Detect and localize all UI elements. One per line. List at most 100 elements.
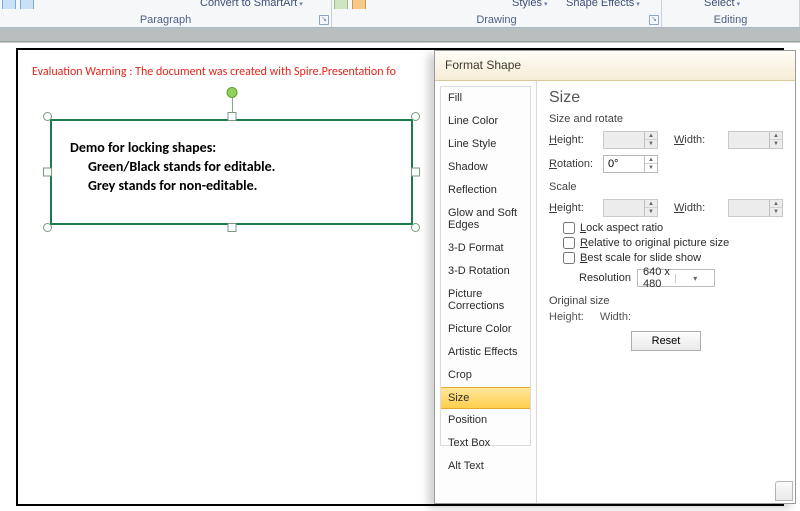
resize-handle-bm[interactable] — [227, 223, 236, 232]
category-alt-text[interactable]: Alt Text — [441, 455, 530, 478]
reset-button[interactable]: Reset — [631, 331, 702, 351]
resolution-picker[interactable]: 640 x 480▾ — [637, 269, 715, 287]
dialog-button-sliver[interactable] — [775, 481, 793, 501]
ribbon-group-editing: Select▾ Editing — [662, 0, 800, 27]
relative-size-checkbox[interactable]: Relative to original picture size — [563, 237, 783, 249]
category-picture-corrections[interactable]: Picture Corrections — [441, 283, 530, 318]
ribbon-group-drawing: Styles▾ Shape Effects▾ Drawing ↘ — [332, 0, 662, 27]
down-icon[interactable]: ▼ — [645, 140, 657, 148]
rotation-spinner[interactable]: ▲▼ — [603, 155, 658, 173]
evaluation-warning: Evaluation Warning : The document was cr… — [32, 65, 396, 79]
down-icon[interactable]: ▼ — [770, 140, 782, 148]
workspace-spacer — [0, 28, 800, 42]
shape-line2: Green/Black stands for editable. — [70, 158, 411, 177]
format-shape-dialog: Format Shape FillLine ColorLine StyleSha… — [434, 50, 796, 504]
category-list: FillLine ColorLine StyleShadowReflection… — [440, 86, 531, 446]
ribbon-group-paragraph: Convert to SmartArt▾ Paragraph ↘ — [0, 0, 332, 27]
resolution-value: 640 x 480 — [638, 266, 676, 290]
category-fill[interactable]: Fill — [441, 87, 530, 110]
size-rotate-subhead: Size and rotate — [549, 113, 783, 125]
original-size-subhead: Original size — [549, 295, 783, 307]
category-size[interactable]: Size — [441, 387, 530, 409]
chevron-down-icon: ▾ — [544, 0, 548, 8]
up-icon[interactable]: ▲ — [770, 200, 782, 208]
group-label-editing: Editing — [714, 14, 748, 26]
category-position[interactable]: Position — [441, 409, 530, 432]
category-shadow[interactable]: Shadow — [441, 156, 530, 179]
bullets-icon[interactable] — [2, 0, 16, 9]
width-spinner[interactable]: ▲▼ — [728, 131, 783, 149]
resize-handle-tr[interactable] — [411, 112, 420, 121]
convert-to-smartart[interactable]: Convert to SmartArt▾ — [200, 0, 303, 9]
lock-aspect-checkbox[interactable]: LLock aspect ratioock aspect ratio — [563, 222, 783, 234]
category-reflection[interactable]: Reflection — [441, 179, 530, 202]
shape-line3: Grey stands for non-editable. — [70, 177, 411, 196]
scale-subhead: Scale — [549, 181, 783, 193]
down-icon[interactable]: ▼ — [645, 164, 657, 172]
down-icon[interactable]: ▼ — [770, 208, 782, 216]
resize-handle-tl[interactable] — [43, 112, 52, 121]
category-3-d-format[interactable]: 3-D Format — [441, 237, 530, 260]
oval-icon[interactable] — [352, 0, 366, 9]
scale-width-label: Width: — [674, 202, 722, 214]
select-menu[interactable]: Select▾ — [704, 0, 740, 9]
best-scale-checkbox[interactable]: Best scale for slide show — [563, 252, 783, 264]
shape-line1: Demo for locking shapes: — [70, 139, 411, 158]
scale-height-input[interactable] — [604, 200, 644, 216]
resize-handle-mr[interactable] — [411, 168, 420, 177]
resolution-label: Resolution — [579, 272, 631, 284]
dialog-launcher-icon[interactable]: ↘ — [319, 15, 329, 25]
dialog-title[interactable]: Format Shape — [435, 51, 795, 81]
chevron-down-icon: ▾ — [299, 0, 303, 8]
styles-menu[interactable]: Styles▾ — [512, 0, 547, 9]
number-icon[interactable] — [20, 0, 34, 9]
group-label-drawing: Drawing — [476, 14, 516, 26]
group-label-paragraph: Paragraph — [140, 14, 191, 26]
relative-size-input[interactable] — [563, 237, 575, 249]
category-crop[interactable]: Crop — [441, 364, 530, 387]
chevron-down-icon: ▾ — [737, 0, 741, 8]
rotation-handle[interactable] — [226, 87, 237, 98]
dialog-category-pane: FillLine ColorLine StyleShadowReflection… — [435, 81, 537, 503]
resize-handle-bl[interactable] — [43, 223, 52, 232]
category-artistic-effects[interactable]: Artistic Effects — [441, 341, 530, 364]
down-icon[interactable]: ▼ — [645, 208, 657, 216]
chevron-down-icon[interactable]: ▾ — [675, 274, 714, 283]
lock-aspect-input[interactable] — [563, 222, 575, 234]
up-icon[interactable]: ▲ — [645, 132, 657, 140]
width-input[interactable] — [729, 132, 769, 148]
resize-handle-ml[interactable] — [43, 168, 52, 177]
orig-width-label: Width: — [600, 311, 631, 323]
up-icon[interactable]: ▲ — [645, 200, 657, 208]
text-box-shape[interactable]: Demo for locking shapes: Green/Black sta… — [50, 119, 413, 225]
category-line-color[interactable]: Line Color — [441, 110, 530, 133]
selected-shape[interactable]: Demo for locking shapes: Green/Black sta… — [44, 113, 419, 231]
category-picture-color[interactable]: Picture Color — [441, 318, 530, 341]
resize-handle-tm[interactable] — [227, 112, 236, 121]
category-text-box[interactable]: Text Box — [441, 432, 530, 455]
rotation-input[interactable] — [604, 156, 644, 172]
height-input[interactable] — [604, 132, 644, 148]
category-line-style[interactable]: Line Style — [441, 133, 530, 156]
chevron-down-icon: ▾ — [636, 0, 640, 8]
resize-handle-br[interactable] — [411, 223, 420, 232]
dialog-launcher-icon[interactable]: ↘ — [649, 15, 659, 25]
best-scale-input[interactable] — [563, 252, 575, 264]
shape-effects-menu[interactable]: Shape Effects▾ — [566, 0, 640, 9]
up-icon[interactable]: ▲ — [770, 132, 782, 140]
height-label: Height: — [549, 134, 597, 146]
scale-height-label: Height: — [549, 202, 597, 214]
category-glow-and-soft-edges[interactable]: Glow and Soft Edges — [441, 202, 530, 237]
size-heading: Size — [549, 89, 783, 107]
up-icon[interactable]: ▲ — [645, 156, 657, 164]
slide-canvas[interactable]: Evaluation Warning : The document was cr… — [0, 42, 800, 511]
scale-width-input[interactable] — [729, 200, 769, 216]
category-3-d-rotation[interactable]: 3-D Rotation — [441, 260, 530, 283]
rectangle-icon[interactable] — [334, 0, 348, 9]
scale-width-spinner[interactable]: ▲▼ — [728, 199, 783, 217]
dialog-size-pane: Size Size and rotate Height: ▲▼ Width: ▲… — [537, 81, 795, 503]
ribbon: Convert to SmartArt▾ Paragraph ↘ Styles▾… — [0, 0, 800, 28]
rotation-stem — [232, 97, 233, 113]
height-spinner[interactable]: ▲▼ — [603, 131, 658, 149]
scale-height-spinner[interactable]: ▲▼ — [603, 199, 658, 217]
